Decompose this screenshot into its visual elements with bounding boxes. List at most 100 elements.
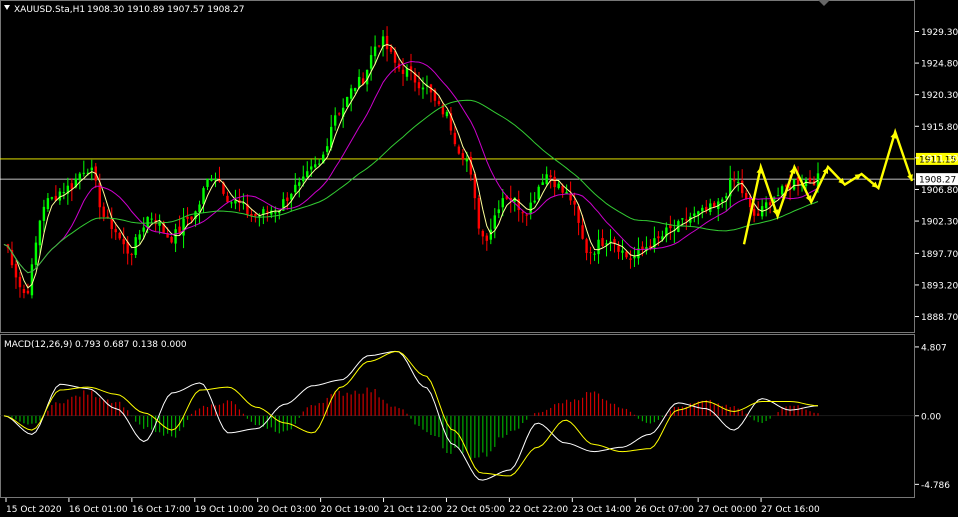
candle-body [50, 197, 54, 199]
candle-body [417, 82, 421, 89]
candle-body [357, 76, 361, 88]
candle-body [501, 198, 504, 208]
candle-body [294, 184, 297, 193]
candle-body [170, 236, 173, 243]
candle-body [373, 46, 377, 57]
price-tick-label: 1920.30 [921, 91, 958, 101]
candle-body [537, 186, 540, 200]
candle-body [764, 202, 768, 209]
macd-tick-label: -4.786 [921, 481, 950, 491]
candle-body [457, 146, 461, 154]
candle-body [597, 239, 600, 255]
time-tick-label: 22 Oct 05:00 [446, 505, 505, 515]
candle-body [377, 45, 381, 47]
candle-body [130, 253, 133, 255]
candle-body [541, 182, 544, 185]
candle-body [465, 159, 469, 162]
time-tick-label: 16 Oct 17:00 [132, 505, 191, 515]
candle-body [421, 87, 425, 90]
macd-tick-label: 0.00 [921, 412, 941, 422]
candle-body [82, 172, 86, 174]
candle-body [477, 197, 481, 229]
candle-body [345, 96, 349, 107]
candle-body [389, 46, 393, 52]
candle-body [641, 246, 644, 250]
candle-body [118, 232, 121, 239]
candle-body [701, 207, 704, 212]
candle-body [545, 174, 548, 184]
ma-slow-line [3, 99, 819, 274]
candle-body [186, 216, 189, 219]
candle-body [62, 192, 66, 194]
candle-body [34, 242, 38, 265]
candle-body [737, 182, 740, 184]
candle-body [310, 166, 313, 170]
candle-body [601, 238, 604, 246]
candle-body [756, 213, 760, 216]
candle-body [525, 214, 528, 216]
candlesticks [6, 26, 820, 299]
forecast-arrow-icon [907, 174, 913, 182]
time-tick-label: 20 Oct 19:00 [321, 505, 380, 515]
time-tick-label: 26 Oct 07:00 [635, 505, 694, 515]
candle-body [581, 225, 584, 239]
candle-body [353, 88, 357, 92]
chart-shift-marker-icon [818, 0, 830, 6]
candle-body [405, 68, 409, 77]
candle-body [318, 163, 321, 165]
candle-body [369, 55, 373, 69]
price-tick-label: 1902.30 [921, 218, 958, 228]
candle-body [740, 180, 744, 194]
candle-body [485, 235, 489, 241]
candle-body [206, 178, 209, 187]
time-tick-label: 27 Oct 00:00 [698, 505, 757, 515]
candle-body [693, 213, 696, 217]
candle-body [30, 264, 34, 296]
price-tick-label: 1897.70 [921, 250, 958, 260]
candle-body [780, 186, 784, 195]
candle-body [792, 179, 796, 190]
main-pane-border [0, 0, 915, 333]
time-tick-label: 21 Oct 12:00 [384, 505, 443, 515]
forecast-path [742, 127, 914, 245]
symbol-dropdown-icon[interactable] [4, 5, 10, 10]
macd-indicator [0, 350, 915, 481]
candle-body [437, 101, 441, 105]
price-level-tag-label: 1908.27 [919, 176, 956, 186]
candle-body [593, 253, 596, 255]
forecast-arrows [742, 127, 914, 245]
candle-body [669, 224, 672, 229]
candle-body [808, 177, 812, 183]
candle-body [138, 234, 141, 240]
candle-body [78, 173, 82, 181]
time-tick-label: 16 Oct 01:00 [69, 505, 128, 515]
candle-body [744, 193, 748, 199]
candle-body [146, 216, 149, 228]
price-tick-label: 1893.20 [921, 281, 958, 291]
candle-body [226, 195, 229, 202]
price-tick-label: 1888.70 [921, 313, 958, 323]
candle-body [573, 200, 576, 205]
candle-body [721, 199, 724, 202]
candle-body [776, 195, 780, 197]
candle-body [230, 202, 233, 204]
candle-body [286, 197, 289, 201]
macd-tick-label: 4.807 [921, 343, 947, 353]
candle-body [617, 245, 620, 252]
candle-body [178, 226, 181, 233]
candle-body [302, 176, 305, 182]
forecast-arrow-icon [789, 167, 796, 174]
symbol-label: XAUUSD.Sta,H1 [14, 5, 85, 15]
candle-body [202, 188, 205, 204]
candle-body [621, 250, 624, 253]
candle-body [106, 216, 109, 218]
candle-body [274, 212, 277, 214]
candle-body [70, 183, 74, 190]
candle-body [685, 219, 688, 221]
price-tick-label: 1915.80 [921, 123, 958, 133]
candle-body [589, 252, 592, 254]
trading-chart[interactable]: XAUUSD.Sta,H1 1908.30 1910.89 1907.57 19… [0, 0, 958, 517]
candle-body [134, 237, 137, 255]
candle-body [557, 183, 560, 188]
candle-body [733, 180, 736, 182]
